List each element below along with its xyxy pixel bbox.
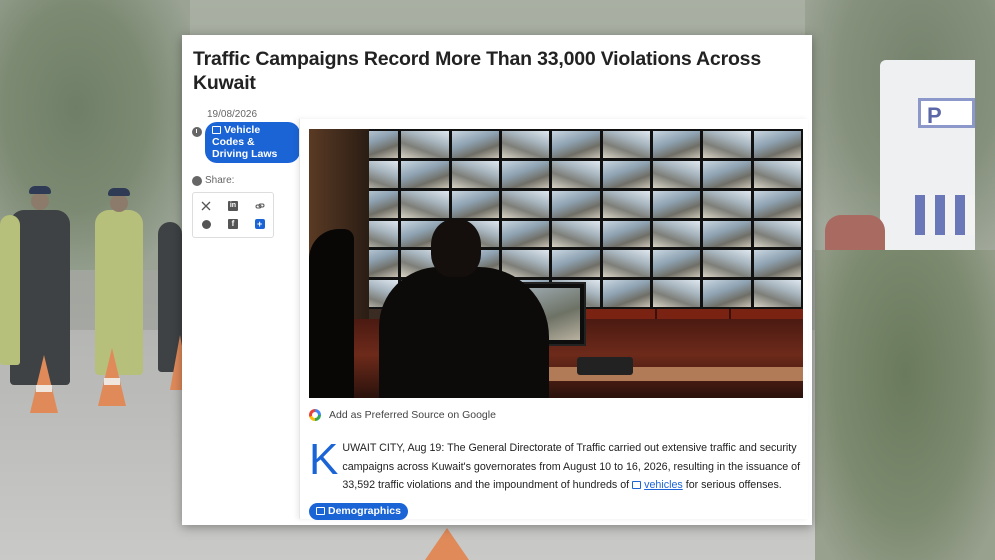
traffic-cone xyxy=(98,348,126,406)
demographics-tag-container: Demographics xyxy=(309,501,408,520)
operator-silhouette xyxy=(349,219,549,398)
traffic-cone xyxy=(30,355,58,413)
drop-cap: K xyxy=(309,435,339,484)
share-label-row: Share: xyxy=(192,175,300,186)
article-meta-sidebar: 19/08/2026 Vehicle Codes & Driving Laws … xyxy=(192,109,300,238)
plus-icon[interactable]: + xyxy=(254,218,266,230)
google-source-label: Add as Preferred Source on Google xyxy=(329,409,496,421)
tag-icon xyxy=(632,481,642,490)
tag-icon xyxy=(316,507,325,516)
share-icon xyxy=(192,175,202,186)
van-logo-text: P xyxy=(918,98,975,128)
vehicles-link[interactable]: vehicles xyxy=(632,479,683,491)
article-headline: Traffic Campaigns Record More Than 33,00… xyxy=(193,48,761,94)
linkedin-icon[interactable]: in xyxy=(227,200,239,212)
article-body: K UWAIT CITY, Aug 19: The General Direct… xyxy=(309,435,801,495)
bush xyxy=(815,250,995,560)
share-buttons: in f + xyxy=(192,192,274,238)
article-tail-text: for serious offenses. xyxy=(685,479,782,491)
article-content: Add as Preferred Source on Google K UWAI… xyxy=(299,119,808,520)
facebook-icon[interactable]: f xyxy=(227,218,239,230)
x-icon[interactable] xyxy=(200,200,212,212)
category-tag[interactable]: Vehicle Codes & Driving Laws xyxy=(205,122,300,163)
traffic-cone xyxy=(425,528,469,560)
traffic-control-room-photo xyxy=(309,129,803,398)
demographics-tag[interactable]: Demographics xyxy=(309,503,408,520)
clock-icon xyxy=(192,127,202,137)
police-van: P xyxy=(880,60,975,260)
tag-icon xyxy=(212,126,221,135)
link-icon[interactable] xyxy=(254,200,266,212)
publish-date: 19/08/2026 xyxy=(207,109,258,120)
google-preferred-source-link[interactable]: Add as Preferred Source on Google xyxy=(309,409,496,421)
share-label: Share: xyxy=(205,175,235,186)
desk-phone xyxy=(577,357,633,375)
whatsapp-icon[interactable] xyxy=(200,218,212,230)
google-icon xyxy=(309,409,321,421)
article-card: Traffic Campaigns Record More Than 33,00… xyxy=(182,35,812,525)
